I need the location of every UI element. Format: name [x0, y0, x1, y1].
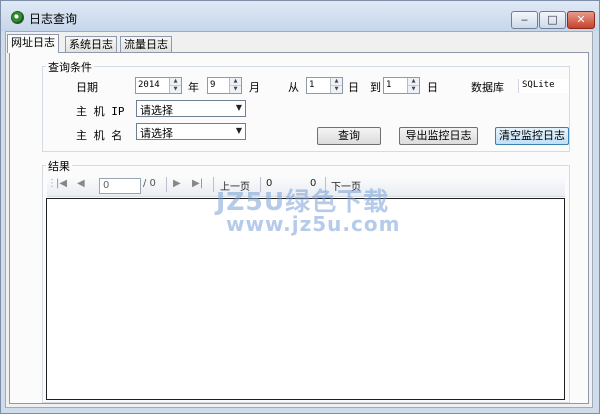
first-page-icon[interactable]: |◀: [56, 178, 67, 189]
next-page-icon[interactable]: ▶: [173, 178, 181, 189]
spin-down-icon[interactable]: ▼: [230, 86, 241, 93]
spin-down-icon[interactable]: ▼: [331, 86, 342, 93]
tab-system-log[interactable]: 系统日志: [65, 36, 117, 52]
to-label: 到: [370, 81, 381, 94]
tab-url-log[interactable]: 网址日志: [7, 34, 59, 53]
year-value: 2014: [138, 80, 160, 90]
spin-down-icon[interactable]: ▼: [170, 86, 181, 93]
chevron-down-icon: ▼: [235, 126, 242, 135]
close-button[interactable]: ✕: [567, 11, 595, 29]
spin-up-icon[interactable]: ▲: [230, 78, 241, 86]
maximize-button[interactable]: □: [539, 11, 566, 29]
to-day-spinner[interactable]: 1 ▲ ▼: [383, 77, 420, 94]
spin-up-icon[interactable]: ▲: [170, 78, 181, 86]
month-spinner[interactable]: 9 ▲ ▼: [207, 77, 242, 94]
export-log-button[interactable]: 导出监控日志: [399, 127, 478, 145]
spin-up-icon[interactable]: ▲: [331, 78, 342, 86]
last-page-icon[interactable]: ▶|: [192, 178, 203, 189]
year-spinner[interactable]: 2014 ▲ ▼: [135, 77, 182, 94]
chevron-down-icon: ▼: [235, 103, 242, 112]
host-ip-select[interactable]: 请选择 ▼: [136, 100, 246, 117]
page-total: / 0: [143, 178, 156, 189]
host-name-select[interactable]: 请选择 ▼: [136, 123, 246, 140]
host-ip-label: 主 机 IP: [76, 105, 125, 118]
minimize-button[interactable]: ‒: [511, 11, 538, 29]
database-label: 数据库: [471, 81, 504, 94]
title-bar[interactable]: 日志查询 ‒ □ ✕: [1, 1, 599, 31]
from-day-value: 1: [309, 80, 315, 90]
toolbar-separator: [166, 177, 167, 192]
from-label: 从: [288, 81, 299, 94]
database-field: SQLite: [518, 79, 569, 93]
date-label: 日期: [76, 81, 98, 94]
year-unit-label: 年: [188, 81, 199, 94]
app-logo-icon: [11, 11, 24, 24]
host-name-label: 主 机 名: [76, 129, 123, 142]
from-day-unit-label: 日: [348, 81, 359, 94]
to-day-value: 1: [386, 80, 392, 90]
results-label: 结果: [46, 158, 72, 174]
spin-up-icon[interactable]: ▲: [408, 78, 419, 86]
query-button[interactable]: 查询: [317, 127, 381, 145]
to-day-unit-label: 日: [427, 81, 438, 94]
from-day-spinner[interactable]: 1 ▲ ▼: [306, 77, 343, 94]
host-name-selected: 请选择: [140, 127, 173, 140]
host-ip-selected: 请选择: [140, 104, 173, 117]
prev-page-icon[interactable]: ◀: [77, 178, 85, 189]
window-title: 日志查询: [29, 12, 78, 26]
spin-down-icon[interactable]: ▼: [408, 86, 419, 93]
month-unit-label: 月: [249, 81, 260, 94]
query-conditions-label: 查询条件: [46, 59, 94, 75]
watermark-url: www.jz5u.com: [226, 212, 401, 236]
tab-traffic-log[interactable]: 流量日志: [120, 36, 172, 52]
clear-log-button[interactable]: 清空监控日志: [495, 127, 569, 145]
toolbar-separator: [213, 177, 214, 192]
month-value: 9: [210, 80, 216, 90]
page-number-input[interactable]: 0: [99, 178, 141, 194]
